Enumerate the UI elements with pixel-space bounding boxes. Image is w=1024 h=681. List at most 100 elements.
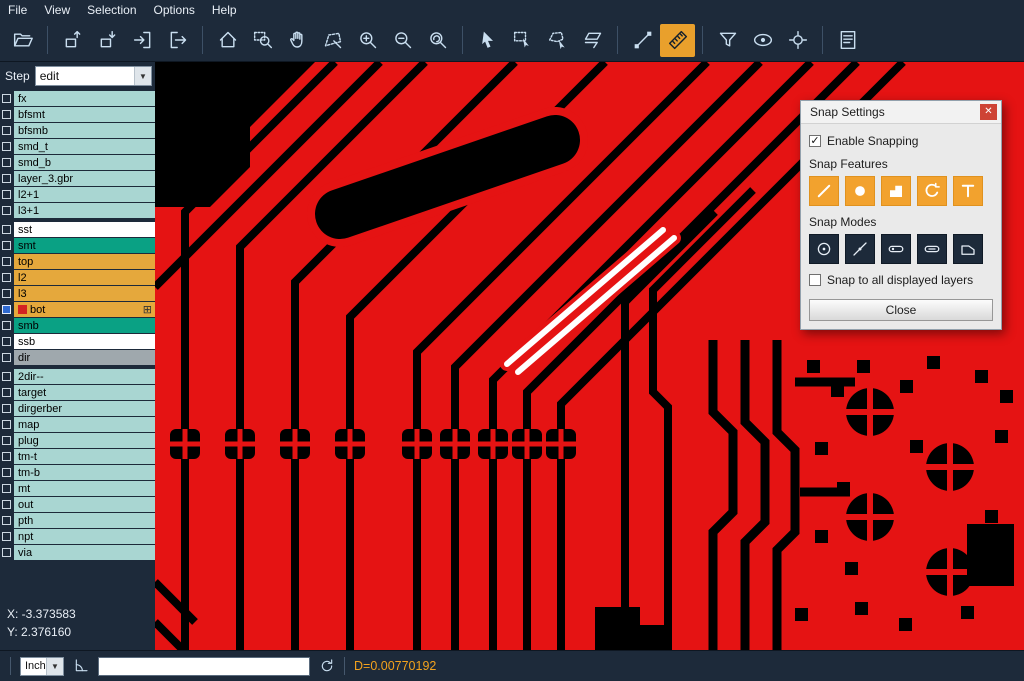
layer-row[interactable]: bfsmt: [0, 107, 155, 122]
menu-options[interactable]: Options: [154, 3, 195, 17]
layer-row[interactable]: via: [0, 545, 155, 560]
layer-visibility-checkbox[interactable]: [2, 241, 11, 250]
layer-row[interactable]: ssb: [0, 334, 155, 349]
layer-row[interactable]: l3+1: [0, 203, 155, 218]
layer-visibility-checkbox[interactable]: [2, 500, 11, 509]
mode-nearest-button[interactable]: [845, 234, 875, 264]
view-options-button[interactable]: [745, 24, 780, 57]
layer-visibility-checkbox[interactable]: [2, 468, 11, 477]
enable-snapping-checkbox[interactable]: ✓: [809, 135, 821, 147]
close-icon[interactable]: ✕: [980, 104, 997, 120]
layer-visibility-checkbox[interactable]: [2, 532, 11, 541]
snap-pad-button[interactable]: [845, 176, 875, 206]
zoom-last-button[interactable]: [420, 24, 455, 57]
layer-name[interactable]: 2dir--: [14, 369, 155, 384]
layer-name[interactable]: smt: [14, 238, 155, 253]
layer-name[interactable]: layer_3.gbr: [14, 171, 155, 186]
layer-name[interactable]: l3+1: [14, 203, 155, 218]
transform-button[interactable]: [575, 24, 610, 57]
layer-visibility-checkbox[interactable]: [2, 257, 11, 266]
layer-name[interactable]: l3: [14, 286, 155, 301]
layer-name[interactable]: bfsmt: [14, 107, 155, 122]
angle-button[interactable]: [73, 658, 89, 674]
snap-surface-button[interactable]: [881, 176, 911, 206]
layer-visibility-checkbox[interactable]: [2, 420, 11, 429]
measure-button[interactable]: [660, 24, 695, 57]
layer-name[interactable]: l2: [14, 270, 155, 285]
layer-row[interactable]: smb: [0, 318, 155, 333]
layer-visibility-checkbox[interactable]: [2, 110, 11, 119]
layer-name[interactable]: tm-t: [14, 449, 155, 464]
snap-settings-button[interactable]: [780, 24, 815, 57]
layer-visibility-checkbox[interactable]: [2, 353, 11, 362]
enable-snapping-row[interactable]: ✓ Enable Snapping: [809, 134, 993, 148]
layer-name[interactable]: dirgerber: [14, 401, 155, 416]
layer-visibility-checkbox[interactable]: [2, 225, 11, 234]
menu-view[interactable]: View: [44, 3, 70, 17]
snap-all-layers-checkbox[interactable]: [809, 274, 821, 286]
layer-name[interactable]: smd_t: [14, 139, 155, 154]
layer-row[interactable]: top: [0, 254, 155, 269]
menu-file[interactable]: File: [8, 3, 27, 17]
select-polygon-button[interactable]: [540, 24, 575, 57]
import-down-button[interactable]: [90, 24, 125, 57]
layer-name[interactable]: target: [14, 385, 155, 400]
chevron-down-icon[interactable]: ▼: [46, 658, 63, 675]
layer-row[interactable]: sst: [0, 222, 155, 237]
layer-visibility-checkbox[interactable]: [2, 516, 11, 525]
home-button[interactable]: [210, 24, 245, 57]
layer-row[interactable]: l2+1: [0, 187, 155, 202]
layer-row[interactable]: npt: [0, 529, 155, 544]
close-button[interactable]: Close: [809, 299, 993, 321]
layer-visibility-checkbox[interactable]: [2, 289, 11, 298]
layer-row[interactable]: bot⊞: [0, 302, 155, 317]
layer-name[interactable]: top: [14, 254, 155, 269]
layer-row[interactable]: plug: [0, 433, 155, 448]
layer-name[interactable]: l2+1: [14, 187, 155, 202]
menu-help[interactable]: Help: [212, 3, 237, 17]
layer-visibility-checkbox[interactable]: [2, 452, 11, 461]
layer-row[interactable]: smd_t: [0, 139, 155, 154]
export-right-button[interactable]: [160, 24, 195, 57]
layer-name[interactable]: smb: [14, 318, 155, 333]
snap-text-button[interactable]: [953, 176, 983, 206]
filter-button[interactable]: [710, 24, 745, 57]
layer-row[interactable]: smt: [0, 238, 155, 253]
mode-contour-button[interactable]: [953, 234, 983, 264]
layer-visibility-checkbox[interactable]: [2, 190, 11, 199]
menu-selection[interactable]: Selection: [87, 3, 136, 17]
mode-slot-center-button[interactable]: [881, 234, 911, 264]
export-up-button[interactable]: [55, 24, 90, 57]
layer-row[interactable]: tm-b: [0, 465, 155, 480]
layer-visibility-checkbox[interactable]: [2, 337, 11, 346]
line-button[interactable]: [625, 24, 660, 57]
open-folder-button[interactable]: [5, 24, 40, 57]
layer-row[interactable]: target: [0, 385, 155, 400]
layer-visibility-checkbox[interactable]: [2, 548, 11, 557]
snap-line-button[interactable]: [809, 176, 839, 206]
layer-row[interactable]: pth: [0, 513, 155, 528]
layer-name[interactable]: sst: [14, 222, 155, 237]
report-button[interactable]: [830, 24, 865, 57]
zoom-in-button[interactable]: [350, 24, 385, 57]
layer-visibility-checkbox[interactable]: [2, 206, 11, 215]
pcb-canvas[interactable]: Snap Settings ✕ ✓ Enable Snapping Snap F…: [155, 62, 1024, 650]
layer-row[interactable]: map: [0, 417, 155, 432]
snap-all-layers-row[interactable]: Snap to all displayed layers: [809, 273, 993, 287]
layer-visibility-checkbox[interactable]: [2, 484, 11, 493]
mode-slot-end-button[interactable]: [917, 234, 947, 264]
layer-row[interactable]: 2dir--: [0, 369, 155, 384]
select-button[interactable]: [470, 24, 505, 57]
zoom-out-button[interactable]: [385, 24, 420, 57]
layer-row[interactable]: smd_b: [0, 155, 155, 170]
layer-name[interactable]: tm-b: [14, 465, 155, 480]
draw-shape-button[interactable]: [315, 24, 350, 57]
layer-row[interactable]: mt: [0, 481, 155, 496]
layer-name[interactable]: via: [14, 545, 155, 560]
layer-visibility-checkbox[interactable]: [2, 388, 11, 397]
layer-visibility-checkbox[interactable]: [2, 436, 11, 445]
layer-row[interactable]: out: [0, 497, 155, 512]
layer-name[interactable]: smd_b: [14, 155, 155, 170]
layer-name[interactable]: plug: [14, 433, 155, 448]
import-left-button[interactable]: [125, 24, 160, 57]
